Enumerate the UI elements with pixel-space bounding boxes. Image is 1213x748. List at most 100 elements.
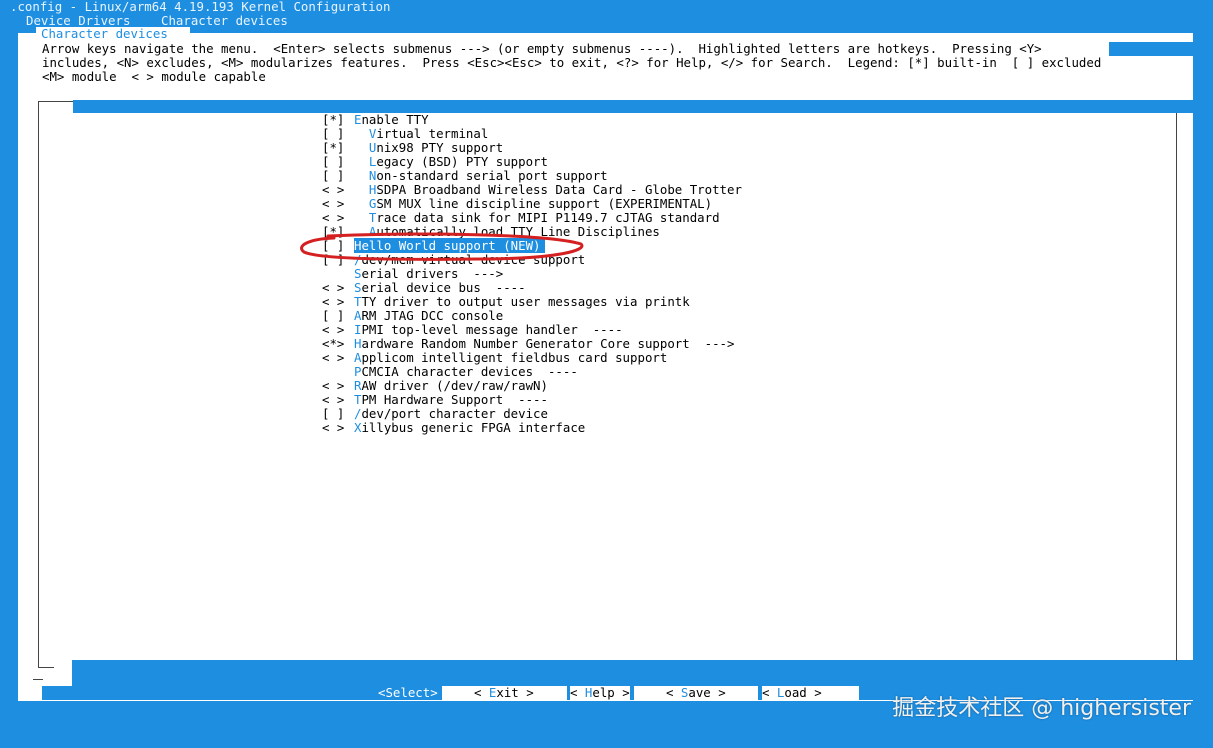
menu-item-text: on-standard serial port support <box>376 168 608 183</box>
menu-item-state[interactable]: [ ] <box>322 127 354 141</box>
menu-item-state[interactable]: < > <box>322 295 354 309</box>
menu-item[interactable]: < > TTY driver to output user messages vi… <box>322 295 690 309</box>
menu-item-state[interactable]: [ ] <box>322 155 354 169</box>
exit-button-rest: xit > <box>496 685 534 700</box>
menu-item-label: Enable TTY <box>354 112 429 127</box>
menu-item-state[interactable] <box>322 365 354 379</box>
menu-item[interactable]: < > GSM MUX line discipline support (EXP… <box>322 197 712 211</box>
menu-item[interactable]: < > Applicom intelligent fieldbus card su… <box>322 351 667 365</box>
help-button[interactable]: < Help > <box>570 686 630 700</box>
menu-item-state[interactable]: < > <box>322 323 354 337</box>
menu-item[interactable]: [ ] Virtual terminal <box>322 127 488 141</box>
menu-item-text: race data sink for MIPI P1149.7 cJTAG st… <box>376 210 720 225</box>
menu-item[interactable]: Serial drivers ---> <box>322 267 503 281</box>
dialog-shadow-right <box>1193 42 1213 708</box>
menu-item[interactable]: [ ] Non-standard serial port support <box>322 169 608 183</box>
menu-item[interactable]: [*] Enable TTY <box>322 113 429 127</box>
help-button-rest: elp > <box>592 685 630 700</box>
menu-item[interactable]: [ ]/dev/port character device <box>322 407 548 421</box>
menu-item-state[interactable]: [*] <box>322 225 354 239</box>
menu-item-state[interactable]: [ ] <box>322 239 354 253</box>
menu-item-state[interactable]: < > <box>322 197 354 211</box>
menu-item-state[interactable]: [ ] <box>322 309 354 323</box>
menu-item-state[interactable]: [*] <box>322 141 354 155</box>
help-text-line-3: <M> module < > module capable <box>42 69 266 84</box>
menu-item-state[interactable]: [*] <box>322 113 354 127</box>
menu-item-text: ello World support (NEW) <box>361 238 541 253</box>
menu-item-label: TTY driver to output user messages via p… <box>354 294 690 309</box>
menu-item-indent <box>354 196 369 211</box>
menu-item-label: Virtual terminal <box>354 126 488 141</box>
menu-item[interactable]: < > HSDPA Broadband Wireless Data Card -… <box>322 183 742 197</box>
menu-item-state[interactable]: < > <box>322 183 354 197</box>
select-button[interactable]: <Select> <box>378 686 438 700</box>
menu-item-state[interactable]: < > <box>322 351 354 365</box>
help-text-line-2: includes, <N> excludes, <M> modularizes … <box>42 55 1102 70</box>
menu-top-scroll-bar <box>73 100 1193 113</box>
menu-item[interactable]: < > RAW driver (/dev/raw/rawN) <box>322 379 548 393</box>
menu-dialog: Arrow keys navigate the menu. <Enter> se… <box>18 33 1193 701</box>
menu-item-state[interactable]: < > <box>322 421 354 435</box>
dialog-title-text: Character devices <box>41 26 168 41</box>
menu-item-label: Hello World support (NEW) <box>354 238 545 253</box>
load-button[interactable]: < Load > <box>762 686 859 700</box>
menu-item-indent <box>354 140 369 155</box>
menu-item-state[interactable] <box>322 267 354 281</box>
menu-item-indent <box>354 210 369 225</box>
menu-item-text: erial device bus ---- <box>361 280 526 295</box>
menu-item-label: RAW driver (/dev/raw/rawN) <box>354 378 548 393</box>
menu-item-text: egacy (BSD) PTY support <box>376 154 548 169</box>
menu-item[interactable]: [ ] ARM JTAG DCC console <box>322 309 503 323</box>
menu-item[interactable]: PCMCIA character devices ---- <box>322 365 578 379</box>
menu-item-state[interactable]: [ ] <box>322 253 354 267</box>
menu-item-label: TPM Hardware Support ---- <box>354 392 548 407</box>
menu-item-state[interactable]: [ ] <box>322 407 354 421</box>
menu-item-label: HSDPA Broadband Wireless Data Card - Glo… <box>354 182 742 197</box>
menu-item-label: ARM JTAG DCC console <box>354 308 503 323</box>
menu-item-label: /dev/mem virtual device support <box>354 252 585 267</box>
save-button-rest: ave > <box>688 685 726 700</box>
menu-item-text: RM JTAG DCC console <box>361 308 504 323</box>
save-button-open: < <box>666 685 681 700</box>
menu-item-label: /dev/port character device <box>354 406 548 421</box>
menu-item-state[interactable]: [ ] <box>322 169 354 183</box>
menu-item[interactable]: [ ]/dev/mem virtual device support <box>322 253 585 267</box>
menu-item-text: SDPA Broadband Wireless Data Card - Glob… <box>376 182 742 197</box>
menu-item-state[interactable]: < > <box>322 393 354 407</box>
menu-item[interactable]: [*] Automatically load TTY Line Discipli… <box>322 225 660 239</box>
menu-item-text: ardware Random Number Generator Core sup… <box>361 336 735 351</box>
menu-frame-corner <box>33 679 43 680</box>
menu-item-label: Hardware Random Number Generator Core su… <box>354 336 734 351</box>
menu-item-state[interactable]: < > <box>322 211 354 225</box>
menu-item[interactable]: [*] Unix98 PTY support <box>322 141 503 155</box>
menu-item-text: illybus generic FPGA interface <box>361 420 586 435</box>
menu-item-text: TY driver to output user messages via pr… <box>361 294 690 309</box>
menu-item-text: nix98 PTY support <box>376 140 504 155</box>
menu-item-label: Non-standard serial port support <box>354 168 608 183</box>
help-text-overflow-bar <box>1109 42 1193 56</box>
menu-item[interactable]: <*> Hardware Random Number Generator Core… <box>322 337 734 351</box>
menu-frame-left <box>38 101 39 668</box>
menu-item[interactable]: < > Trace data sink for MIPI P1149.7 cJT… <box>322 211 720 225</box>
menu-item-state[interactable]: < > <box>322 379 354 393</box>
menu-item[interactable]: < > IPMI top-level message handler ---- <box>322 323 623 337</box>
menu-item-selected[interactable]: [ ] Hello World support (NEW) <box>322 238 545 253</box>
menu-item-label: IPMI top-level message handler ---- <box>354 322 623 337</box>
load-button-open: < <box>762 685 777 700</box>
menu-item[interactable]: < > TPM Hardware Support ---- <box>322 393 548 407</box>
menu-item[interactable]: < > Xillybus generic FPGA interface <box>322 421 585 435</box>
menu-item-text: PM Hardware Support ---- <box>361 392 548 407</box>
save-button[interactable]: < Save > <box>634 686 758 700</box>
menu-frame-top <box>38 101 73 102</box>
breadcrumb-character-devices: Character devices <box>161 13 288 28</box>
menu-item-text: erial drivers ---> <box>361 266 504 281</box>
menu-item-label: Unix98 PTY support <box>354 140 503 155</box>
menu-item-state[interactable]: <*> <box>322 337 354 351</box>
menu-item-label: Serial drivers ---> <box>354 266 503 281</box>
menu-item-label: Xillybus generic FPGA interface <box>354 420 585 435</box>
menu-item[interactable]: < > Serial device bus ---- <box>322 281 526 295</box>
menu-item-state[interactable]: < > <box>322 281 354 295</box>
menu-item[interactable]: [ ] Legacy (BSD) PTY support <box>322 155 548 169</box>
exit-button[interactable]: < Exit > <box>442 686 567 700</box>
dialog-title: Character devices <box>36 27 190 41</box>
